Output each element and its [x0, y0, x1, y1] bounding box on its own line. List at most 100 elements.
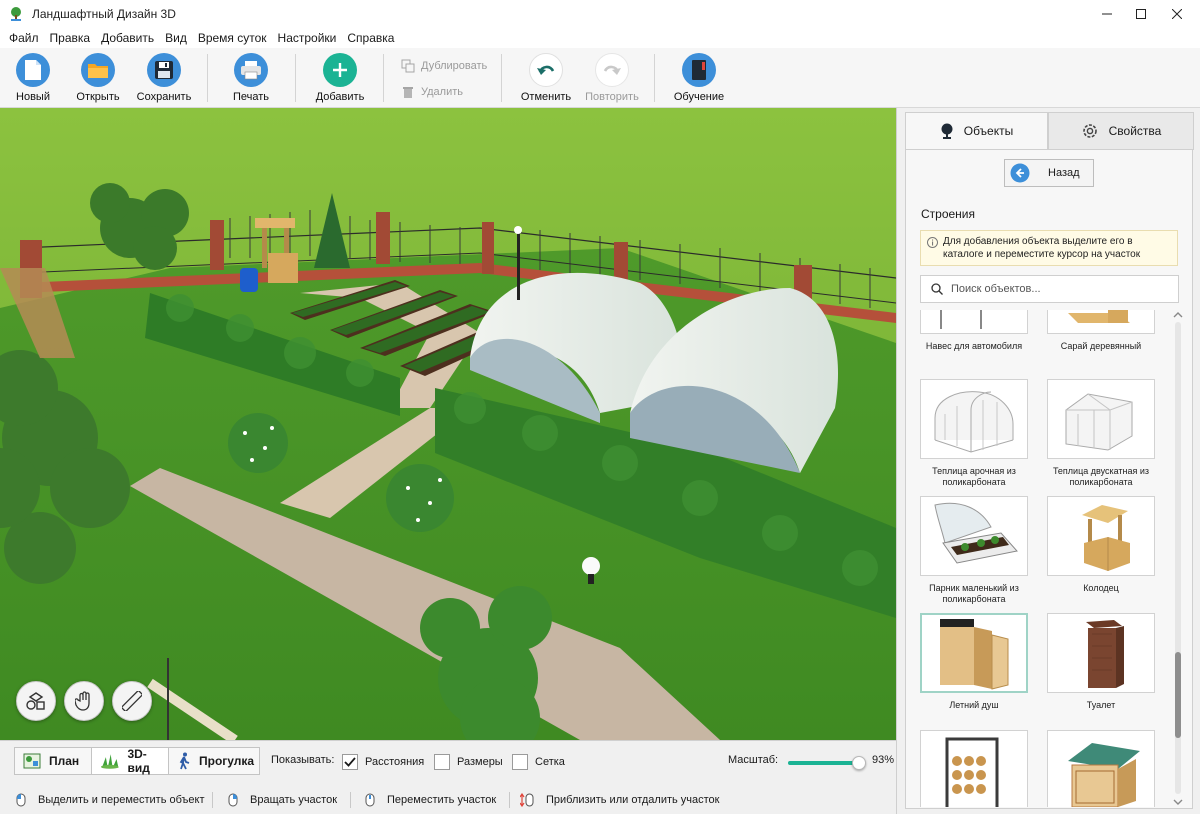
catalog-item-arched-greenhouse[interactable]: Теплица арочная из поликарбоната: [920, 379, 1028, 488]
back-button-label: Назад: [1048, 167, 1080, 179]
search-placeholder: Поиск объектов...: [951, 283, 1041, 295]
menu-file[interactable]: Файл: [4, 28, 44, 48]
scale-slider-track[interactable]: [788, 756, 866, 770]
save-button[interactable]: Сохранить: [131, 53, 197, 105]
scrollbar-track[interactable]: [1175, 322, 1181, 794]
maximize-icon: [1136, 9, 1146, 19]
catalog-item-well[interactable]: Колодец: [1047, 496, 1155, 594]
catalog-item-chicken-coop[interactable]: [1047, 730, 1155, 807]
catalog-scrollbar[interactable]: [1172, 310, 1184, 807]
grid-checkbox[interactable]: Сетка: [512, 754, 565, 770]
distances-label: Расстояния: [365, 756, 425, 768]
catalog-item-toilet[interactable]: Туалет: [1047, 613, 1155, 711]
section-title: Строения: [921, 207, 976, 221]
menu-time-of-day[interactable]: Время суток: [193, 28, 272, 48]
status-rotate-label: Вращать участок: [250, 794, 338, 806]
catalog-item-gable-greenhouse[interactable]: Теплица двускатная из поликарбоната: [1047, 379, 1155, 488]
mouse-left-click-icon: [16, 793, 26, 807]
toolbar: Новый Открыть Сохранить Печать Добавить …: [0, 48, 1200, 108]
catalog-item-carport[interactable]: Навес для автомобиля: [920, 310, 1028, 352]
hand-icon: [75, 691, 90, 711]
folder-icon: [81, 53, 115, 87]
grid-label: Сетка: [535, 756, 565, 768]
tab-properties-label: Свойства: [1108, 124, 1162, 138]
status-divider: [509, 792, 510, 808]
open-button[interactable]: Открыть: [65, 53, 131, 105]
show-label: Показывать:: [271, 754, 335, 766]
add-button[interactable]: Добавить: [307, 53, 373, 105]
menu-view[interactable]: Вид: [160, 28, 192, 48]
tutorial-button[interactable]: Обучение: [666, 53, 732, 105]
wooden-shed-thumbnail: [1047, 310, 1155, 334]
arched-greenhouse-thumbnail: [920, 379, 1028, 459]
tab-properties[interactable]: Свойства: [1048, 112, 1194, 150]
trash-icon: [403, 87, 413, 98]
undo-button[interactable]: Отменить: [513, 53, 579, 105]
duplicate-button[interactable]: Дублировать: [401, 57, 487, 75]
status-zoom-hint: Приблизить или отдалить участок: [520, 786, 719, 814]
floppy-disk-icon: [147, 53, 181, 87]
duplicate-button-label: Дублировать: [421, 60, 488, 72]
search-input[interactable]: Поиск объектов...: [920, 275, 1179, 303]
status-move-label: Переместить участок: [387, 794, 497, 806]
menu-settings[interactable]: Настройки: [273, 28, 342, 48]
catalog-item-label: Летний душ: [949, 700, 999, 710]
sizes-label: Размеры: [457, 756, 503, 768]
status-divider: [212, 792, 213, 808]
scroll-down-icon: [1173, 799, 1183, 805]
plan-view-label: План: [49, 754, 80, 768]
ruler-icon: [122, 691, 142, 711]
app-logo-icon: [11, 7, 21, 21]
walk-view-label: Прогулка: [199, 754, 255, 768]
catalog-item-woodshed[interactable]: [920, 730, 1028, 807]
hint-text: Для добавления объекта выделите его в ка…: [943, 236, 1141, 260]
menu-bar: Файл Правка Добавить Вид Время суток Нас…: [0, 28, 1200, 48]
status-move-hint: Переместить участок: [365, 786, 496, 814]
catalog-item-summer-shower[interactable]: Летний душ: [920, 613, 1028, 711]
garden-3d-scene[interactable]: [0, 108, 896, 740]
catalog-item-wooden-shed[interactable]: Сарай деревянный: [1047, 310, 1155, 352]
well-thumbnail: [1047, 496, 1155, 576]
plan-view-button[interactable]: План: [14, 747, 92, 775]
open-button-label: Открыть: [76, 91, 120, 103]
sizes-checkbox[interactable]: Размеры: [434, 754, 503, 770]
redo-button[interactable]: Повторить: [579, 53, 645, 105]
gear-icon: [1082, 124, 1097, 138]
scrollbar-thumb[interactable]: [1175, 652, 1181, 738]
menu-edit[interactable]: Правка: [45, 28, 96, 48]
menu-help[interactable]: Справка: [342, 28, 399, 48]
toolbar-divider: [501, 54, 502, 102]
walk-view-button[interactable]: Прогулка: [168, 747, 260, 775]
status-rotate-hint: Вращать участок: [228, 786, 337, 814]
close-button[interactable]: [1154, 0, 1200, 28]
delete-button[interactable]: Удалить: [401, 83, 463, 101]
add-button-label: Добавить: [315, 91, 365, 103]
distances-checkbox[interactable]: Расстояния: [342, 754, 424, 770]
status-select-hint: Выделить и переместить объект: [16, 786, 205, 814]
mouse-right-click-icon: [228, 793, 238, 807]
catalog-item-label: Теплица арочная из поликарбоната: [932, 466, 1016, 487]
back-button[interactable]: Назад: [1004, 159, 1094, 187]
measure-mode-button[interactable]: [112, 681, 152, 721]
status-zoom-label: Приблизить или отдалить участок: [546, 794, 720, 806]
toolbar-divider: [383, 54, 384, 102]
print-button[interactable]: Печать: [218, 53, 284, 105]
summer-shower-thumbnail: [920, 613, 1028, 693]
menu-add[interactable]: Добавить: [96, 28, 159, 48]
catalog-item-label: Туалет: [1086, 700, 1116, 710]
tab-objects[interactable]: Объекты: [905, 112, 1048, 150]
close-icon: [1172, 9, 1182, 19]
duplicate-icon: [401, 59, 415, 73]
3d-view-button[interactable]: 3D-вид: [91, 747, 169, 775]
undo-button-label: Отменить: [520, 91, 572, 103]
catalog-item-label: Теплица двускатная из поликарбоната: [1052, 466, 1150, 487]
catalog-item-small-hotbed[interactable]: Парник маленький из поликарбоната: [920, 496, 1028, 605]
new-button[interactable]: Новый: [0, 53, 66, 105]
pan-mode-button[interactable]: [64, 681, 104, 721]
objects-mode-button[interactable]: [16, 681, 56, 721]
view-mode-bar: План 3D-вид Прогулка Показывать: Расстоя…: [0, 740, 896, 786]
title-bar: Ландшафтный Дизайн 3D: [0, 0, 1200, 28]
scale-slider-thumb[interactable]: [851, 756, 866, 770]
undo-icon: [529, 53, 563, 87]
3d-viewport[interactable]: [0, 108, 896, 740]
